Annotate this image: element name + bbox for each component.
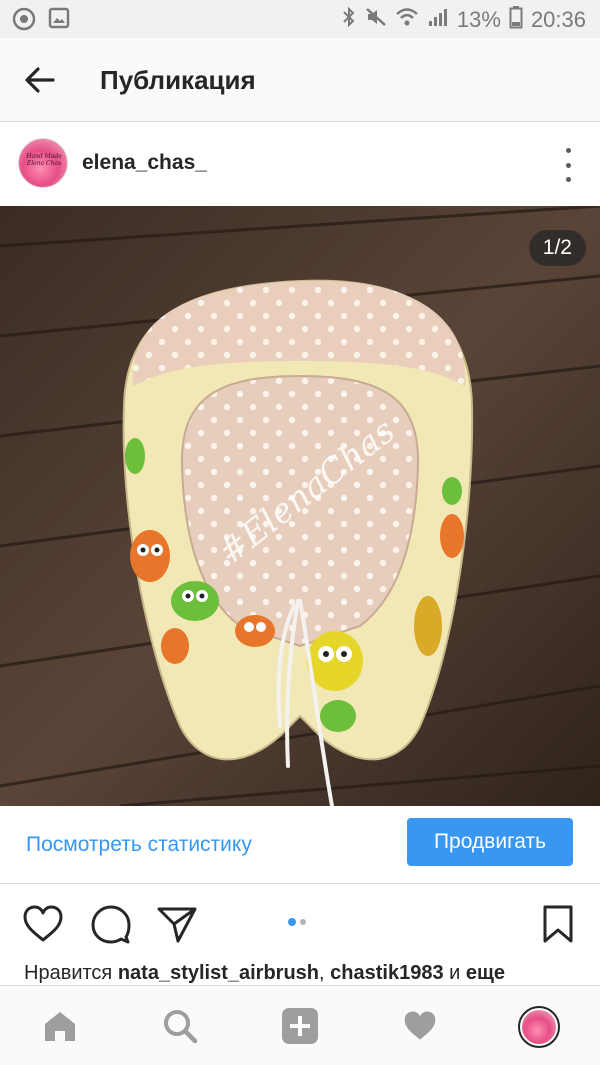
more-dot-icon — [565, 148, 571, 153]
avatar[interactable]: Hand Made Elena Chas — [18, 138, 68, 188]
image-notification-icon — [48, 7, 70, 36]
username[interactable]: elena_chas_ — [82, 151, 207, 175]
app-notification-icon — [12, 7, 36, 36]
share-button[interactable] — [156, 904, 198, 944]
nav-search[interactable] — [160, 1006, 200, 1046]
post-header: Hand Made Elena Chas elena_chas_ — [0, 122, 600, 206]
battery-percent: 13% — [456, 7, 501, 32]
home-icon — [45, 1012, 75, 1041]
image-counter: 1/2 — [528, 230, 586, 266]
search-icon — [164, 1010, 198, 1044]
carousel-dot — [300, 919, 306, 925]
liker-username[interactable]: chastik1983 — [330, 962, 443, 984]
bottom-navigation — [0, 985, 600, 1065]
bookmark-icon — [543, 905, 573, 943]
wifi-icon — [395, 6, 419, 34]
likes-separator: , — [319, 962, 325, 984]
likes-conjunction: и — [449, 962, 461, 984]
more-dot-icon — [565, 162, 571, 168]
add-post-icon — [282, 1008, 318, 1044]
carousel-dot-active — [288, 918, 296, 926]
view-insights-link[interactable]: Посмотреть статистику — [26, 833, 252, 857]
app-header: Публикация — [0, 38, 600, 122]
nav-home[interactable] — [40, 1006, 80, 1046]
likes-line: Нравится nata_stylist_airbrush, chastik1… — [24, 962, 584, 985]
heart-icon — [23, 905, 63, 942]
nav-new-post[interactable] — [280, 1006, 320, 1046]
carousel-indicator — [288, 918, 306, 926]
comment-button[interactable] — [90, 904, 132, 944]
direct-share-icon — [157, 907, 197, 943]
more-dot-icon — [565, 177, 571, 182]
liker-username[interactable]: nata_stylist_airbrush — [118, 962, 319, 984]
profile-avatar — [522, 1010, 556, 1044]
insights-row: Посмотреть статистику Продвигать — [0, 806, 600, 884]
comment-icon — [91, 905, 131, 944]
battery-icon — [509, 5, 523, 35]
back-button[interactable] — [22, 62, 58, 98]
status-bar: 13% 20:36 — [0, 0, 600, 38]
status-time: 20:36 — [530, 7, 586, 32]
signal-icon — [427, 6, 449, 34]
likes-prefix: Нравится — [24, 962, 113, 984]
activity-heart-icon — [404, 1011, 436, 1040]
post-actions — [0, 886, 600, 958]
bluetooth-icon — [341, 6, 357, 34]
like-button[interactable] — [22, 904, 64, 944]
save-button[interactable] — [538, 904, 580, 944]
back-arrow-icon — [25, 67, 55, 93]
page-title: Публикация — [100, 65, 256, 95]
post-image[interactable]: #ElenaChas 1/2 — [0, 206, 600, 806]
nav-activity[interactable] — [400, 1006, 440, 1046]
likes-more-link[interactable]: еще — [466, 962, 505, 984]
avatar-logo-text: Hand Made Elena Chas — [26, 153, 62, 167]
mute-icon — [365, 6, 387, 34]
more-options-button[interactable] — [562, 148, 574, 182]
nav-profile[interactable] — [518, 1006, 560, 1048]
promote-button[interactable]: Продвигать — [407, 818, 573, 866]
baby-nest-photo: #ElenaChas — [0, 206, 600, 806]
